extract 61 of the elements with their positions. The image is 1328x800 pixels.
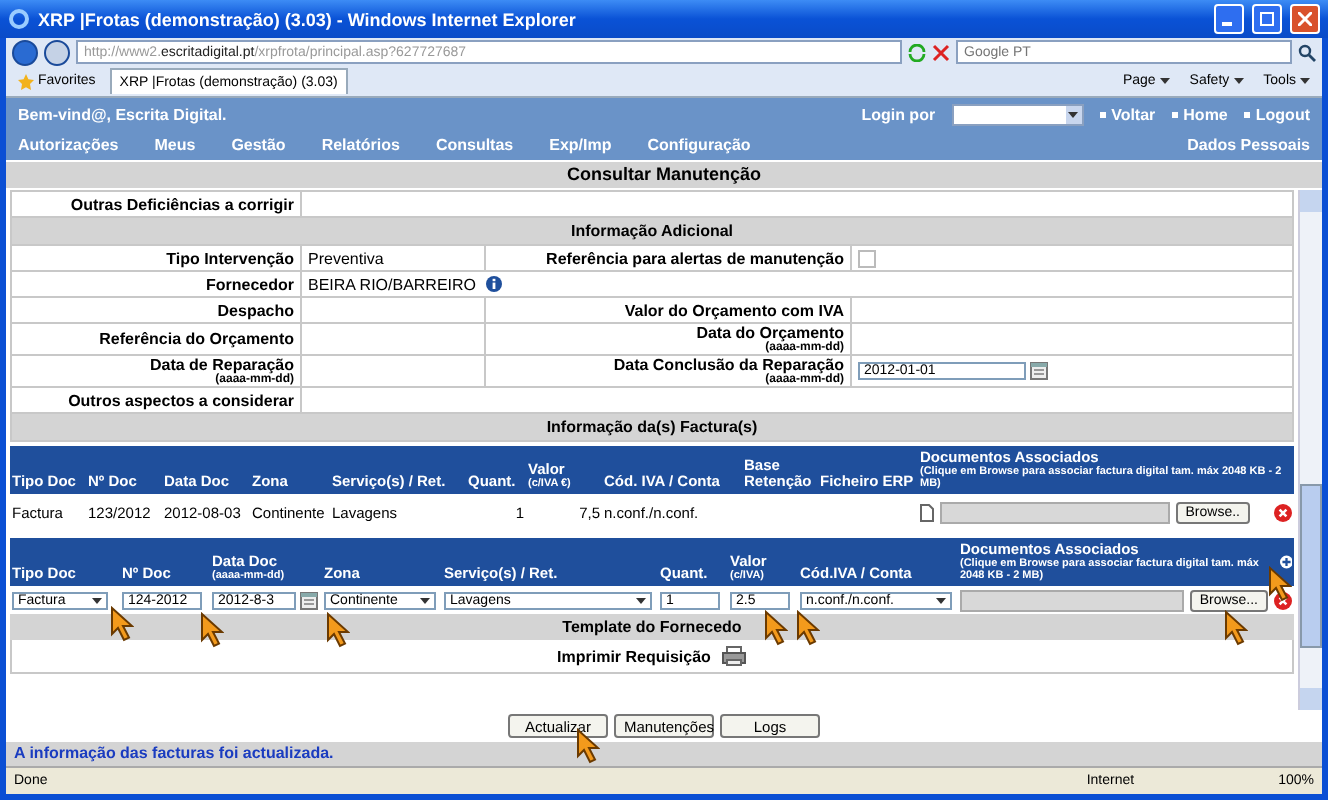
page-title: Consultar Manutenção — [6, 162, 1322, 188]
add-icon[interactable] — [1279, 554, 1292, 570]
field-label: Fornecedor — [205, 275, 294, 293]
info-icon[interactable] — [486, 276, 503, 293]
scrollbar[interactable] — [1298, 190, 1322, 710]
caret-icon — [420, 597, 430, 604]
welcome-text: Bem-vind@, Escrita Digital. — [18, 106, 227, 124]
cursor-icon — [1268, 566, 1292, 602]
field-value: BEIRA RIO/BARREIRO — [308, 275, 477, 293]
caret-icon — [1300, 78, 1310, 84]
stop-icon[interactable] — [932, 43, 950, 61]
maximize-icon — [1260, 12, 1274, 26]
caret-icon — [1068, 112, 1079, 118]
close-icon — [1298, 12, 1312, 26]
delete-icon[interactable] — [1274, 503, 1292, 521]
print-label: Imprimir Requisição — [557, 647, 711, 665]
search-icon[interactable] — [1298, 43, 1316, 61]
window-title: XRP |Frotas (demonstração) (3.03) - Windows Internet Explorer — [38, 9, 578, 29]
field-label: Tipo Intervenção — [166, 249, 294, 267]
section-title: Informação Adicional — [570, 222, 734, 240]
cursor-icon — [764, 610, 788, 646]
file-path-field[interactable] — [960, 589, 1184, 611]
cursor-icon — [110, 606, 134, 642]
section-title: Informação da(s) Factura(s) — [546, 418, 758, 436]
field-label: Referência do Orçamento — [99, 330, 294, 348]
cursor-icon — [326, 612, 350, 648]
caret-icon — [1159, 78, 1170, 84]
maximize-button[interactable] — [1252, 4, 1282, 34]
file-path-field[interactable] — [940, 501, 1170, 523]
bullet-icon — [1099, 112, 1106, 118]
star-icon — [18, 73, 34, 89]
browser-logo-icon — [8, 8, 30, 30]
checkbox[interactable] — [858, 249, 876, 268]
field-label: Outros aspectos a considerar — [68, 391, 294, 409]
calendar-icon[interactable] — [1030, 362, 1048, 380]
bullet-icon — [1243, 112, 1250, 118]
bullet-icon — [1171, 112, 1178, 118]
caret-icon — [636, 597, 646, 604]
caret-icon — [92, 597, 102, 604]
forward-button[interactable] — [44, 39, 70, 65]
refresh-icon[interactable] — [908, 43, 926, 61]
caret-icon — [936, 597, 946, 604]
login-label: Login por — [861, 106, 936, 124]
section-title: Template do Fornecedo — [10, 614, 1294, 640]
field-value: Preventiva — [308, 249, 384, 267]
login-dropdown[interactable] — [951, 104, 1084, 126]
field-label: Valor do Orçamento com IVA — [624, 301, 844, 319]
field-label: Despacho — [217, 301, 294, 319]
calendar-icon[interactable] — [300, 591, 318, 609]
close-button[interactable] — [1290, 4, 1320, 34]
back-button[interactable] — [12, 39, 38, 65]
minimize-button[interactable] — [1214, 4, 1244, 34]
status-message: A informação das facturas foi actualizada. — [6, 742, 1322, 766]
printer-icon[interactable] — [722, 646, 747, 666]
caret-icon — [1233, 78, 1244, 84]
field-label: Referência para alertas de manutenção — [546, 249, 844, 267]
cursor-icon — [1224, 610, 1248, 646]
cursor-icon — [796, 610, 820, 646]
document-icon[interactable] — [920, 503, 934, 521]
field-label: Outras Deficiências a corrigir — [70, 195, 294, 213]
cursor-icon — [200, 612, 224, 648]
